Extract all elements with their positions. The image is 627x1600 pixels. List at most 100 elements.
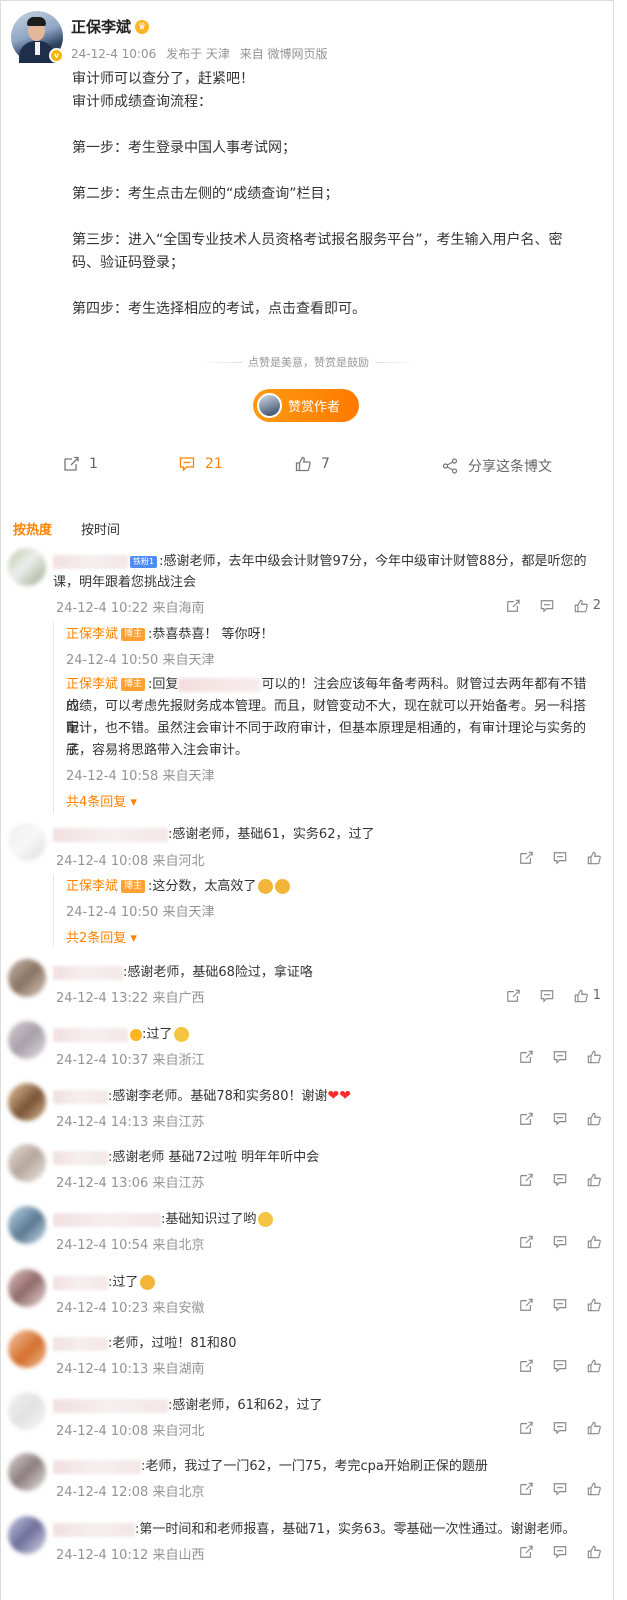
commenter-avatar[interactable] xyxy=(8,1453,46,1491)
verified-icon: v xyxy=(49,48,64,63)
commenter-name[interactable] xyxy=(53,827,168,842)
thumbs-up-icon[interactable] xyxy=(587,1235,601,1249)
reward-tip: 点赞是美意，赞赏是鼓励 xyxy=(201,354,416,370)
comment-icon[interactable] xyxy=(553,1112,567,1126)
reply-author[interactable]: 正保李斌 xyxy=(66,677,118,692)
comment-icon[interactable] xyxy=(553,1298,567,1312)
post-time[interactable]: 24-12-4 10:06 xyxy=(71,47,156,61)
comment-text-line: :第一时间和和老师报喜，基础71，实务63。零基础一次性通过。谢谢老师。 xyxy=(53,1519,603,1540)
comment-icon[interactable] xyxy=(553,1235,567,1249)
comment-text-line: :感谢李老师。基础78和实务80！谢谢❤❤ xyxy=(53,1086,603,1107)
comment-icon[interactable] xyxy=(553,1421,567,1435)
thumbs-up-icon[interactable] xyxy=(587,1298,601,1312)
commenter-avatar[interactable] xyxy=(8,1269,46,1307)
reward-author-button[interactable]: 赞赏作者 xyxy=(253,389,359,422)
thumbs-up-icon[interactable] xyxy=(587,1050,601,1064)
comment-icon[interactable] xyxy=(553,1050,567,1064)
commenter-name[interactable] xyxy=(53,1398,168,1413)
post-line: 第一步：考生登录中国人事考试网； xyxy=(72,140,296,156)
thumbs-up-icon xyxy=(295,456,311,472)
post-line xyxy=(72,114,602,137)
author-avatar[interactable]: v xyxy=(11,11,64,63)
more-replies-link[interactable]: 共4条回复 ▾ xyxy=(66,791,137,810)
commenter-name[interactable] xyxy=(53,1459,141,1474)
thumbs-up-icon[interactable] xyxy=(587,1545,601,1559)
post-line: 审计师成绩查询流程： xyxy=(72,94,212,110)
commenter-name[interactable] xyxy=(53,1336,108,1351)
commenter-name[interactable] xyxy=(53,1522,135,1537)
more-replies-link[interactable]: 共2条回复 ▾ xyxy=(66,927,137,946)
reply-list: 正保李斌 博主:恭喜恭喜！ 等你呀！ 24-12-4 10:50 来自天津 正保李… xyxy=(53,622,603,814)
comment-icon[interactable] xyxy=(553,1482,567,1496)
commenter-name[interactable] xyxy=(53,1212,161,1227)
comment-icon[interactable] xyxy=(553,851,567,865)
thumbs-up-emoji xyxy=(275,879,291,894)
repost-icon[interactable] xyxy=(519,851,533,865)
commenter-name[interactable] xyxy=(53,554,128,569)
post-line: 第四步：考生选择相应的考试，点击查看即可。 xyxy=(72,301,366,317)
comment-time: 24-12-4 10:12 来自山西 xyxy=(56,1548,205,1563)
thumbs-up-icon[interactable] xyxy=(587,1421,601,1435)
commenter-avatar[interactable] xyxy=(8,823,46,861)
comment-icon[interactable] xyxy=(553,1359,567,1373)
post-line: 审计师可以查分了，赶紧吧！ xyxy=(72,71,254,87)
repost-icon[interactable] xyxy=(519,1421,533,1435)
reply-time: 24-12-4 10:58 来自天津 xyxy=(66,769,215,784)
tab-sort-hot[interactable]: 按热度 xyxy=(13,519,52,538)
reply-text-line: 子，容易将思路带入注会审计。 xyxy=(66,743,249,758)
commenter-avatar[interactable] xyxy=(8,1144,46,1182)
commenter-avatar[interactable] xyxy=(8,1206,46,1244)
commenter-avatar[interactable] xyxy=(8,1083,46,1121)
thumbs-up-icon[interactable] xyxy=(587,851,601,865)
repost-icon[interactable] xyxy=(519,1235,533,1249)
repost-button[interactable]: 1 xyxy=(63,456,98,472)
post-location: 发布于 天津 xyxy=(166,47,230,61)
commenter-avatar[interactable] xyxy=(8,1330,46,1368)
reply-author[interactable]: 正保李斌 xyxy=(66,879,118,894)
thumbs-up-icon[interactable] xyxy=(587,1173,601,1187)
thumbs-up-icon[interactable] xyxy=(587,1482,601,1496)
comment-icon[interactable] xyxy=(540,599,554,613)
blogger-badge: 博主 xyxy=(121,628,146,641)
repost-icon[interactable] xyxy=(519,1173,533,1187)
comment-actions xyxy=(499,1298,601,1312)
comment-time: 24-12-4 10:23 来自安徽 xyxy=(56,1301,205,1316)
commenter-name[interactable] xyxy=(53,1027,128,1042)
author-name[interactable]: 正保李斌 xyxy=(71,16,131,37)
repost-icon[interactable] xyxy=(519,1482,533,1496)
comment-actions xyxy=(499,1050,601,1064)
repost-icon[interactable] xyxy=(519,1545,533,1559)
commenter-avatar[interactable] xyxy=(8,548,46,586)
repost-icon[interactable] xyxy=(519,1298,533,1312)
tab-sort-time[interactable]: 按时间 xyxy=(81,519,120,538)
comment-button[interactable]: 21 xyxy=(179,456,223,472)
commenter-name[interactable] xyxy=(53,1150,108,1165)
mention-name[interactable] xyxy=(178,677,262,692)
thumbs-up-icon[interactable] xyxy=(587,1112,601,1126)
reply-author[interactable]: 正保李斌 xyxy=(66,627,118,642)
commenter-name[interactable] xyxy=(53,965,123,980)
commenter-name[interactable] xyxy=(53,1275,108,1290)
comment-icon[interactable] xyxy=(553,1173,567,1187)
thumbs-up-icon[interactable] xyxy=(574,989,588,1003)
comment-icon[interactable] xyxy=(553,1545,567,1559)
commenter-avatar[interactable] xyxy=(8,1021,46,1059)
thumbs-up-icon[interactable] xyxy=(587,1359,601,1373)
face-emoji xyxy=(258,1212,274,1227)
comment-text-line: :老师，过啦！81和80 xyxy=(53,1333,603,1354)
repost-icon[interactable] xyxy=(519,1112,533,1126)
commenter-avatar[interactable] xyxy=(8,1516,46,1554)
like-button[interactable]: 7 xyxy=(295,456,330,472)
comment-icon[interactable] xyxy=(540,989,554,1003)
commenter-avatar[interactable] xyxy=(8,1392,46,1430)
commenter-avatar[interactable] xyxy=(8,959,46,997)
thumbs-up-icon[interactable] xyxy=(574,599,588,613)
reply-time: 24-12-4 10:50 来自天津 xyxy=(66,653,215,668)
repost-icon[interactable] xyxy=(506,989,520,1003)
repost-icon[interactable] xyxy=(519,1050,533,1064)
repost-icon[interactable] xyxy=(519,1359,533,1373)
repost-icon[interactable] xyxy=(506,599,520,613)
reply-item: 正保李斌 博主:这分数，太高效了 xyxy=(66,876,596,898)
commenter-name[interactable] xyxy=(53,1089,108,1104)
share-button[interactable]: 分享这条博文 xyxy=(442,456,552,476)
